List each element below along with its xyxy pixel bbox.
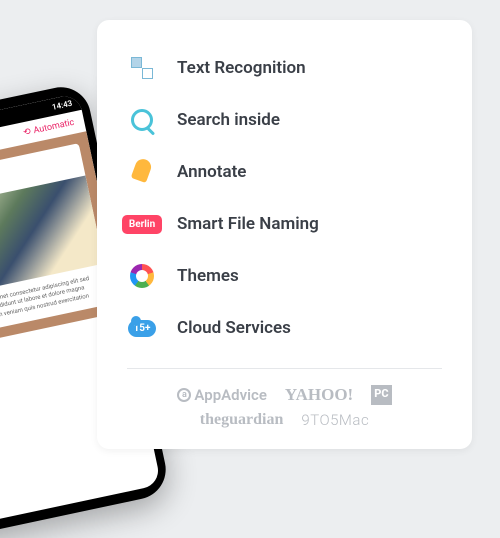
feature-smart-file-naming[interactable]: Berlin Smart File Naming [127, 198, 442, 250]
color-wheel-icon [127, 261, 157, 291]
appadvice-logo: aAppAdvice [177, 385, 266, 405]
search-icon [127, 105, 157, 135]
feature-cloud-services[interactable]: 15+ Cloud Services [127, 302, 442, 354]
features-card: Text Recognition Search inside Annotate … [97, 20, 472, 449]
pcmag-logo: PC [371, 385, 391, 405]
feature-label: Search inside [177, 110, 280, 130]
feature-label: Smart File Naming [177, 214, 319, 234]
feature-label: Cloud Services [177, 318, 291, 338]
guardian-logo: theguardian [200, 411, 284, 429]
status-time: 14:43 [51, 99, 73, 112]
feature-label: Text Recognition [177, 58, 306, 78]
divider [127, 368, 442, 369]
document-preview: Muffins Lorem ipsum dolor sit amet conse… [0, 143, 113, 342]
feature-label: Themes [177, 266, 239, 286]
yahoo-logo: YAHOO! [285, 385, 353, 405]
feature-annotate[interactable]: Annotate [127, 146, 442, 198]
feature-text-recognition[interactable]: Text Recognition [127, 42, 442, 94]
ocr-icon [127, 53, 157, 83]
feature-search-inside[interactable]: Search inside [127, 94, 442, 146]
cloud-badge-icon: 15+ [127, 313, 157, 343]
press-logos: aAppAdvice YAHOO! PC theguardian 9TO5Mac [127, 385, 442, 429]
feature-themes[interactable]: Themes [127, 250, 442, 302]
berlin-badge-icon: Berlin [127, 209, 157, 239]
feature-label: Annotate [177, 162, 246, 182]
highlighter-icon [127, 157, 157, 187]
ninetofivemac-logo: 9TO5Mac [301, 411, 369, 429]
